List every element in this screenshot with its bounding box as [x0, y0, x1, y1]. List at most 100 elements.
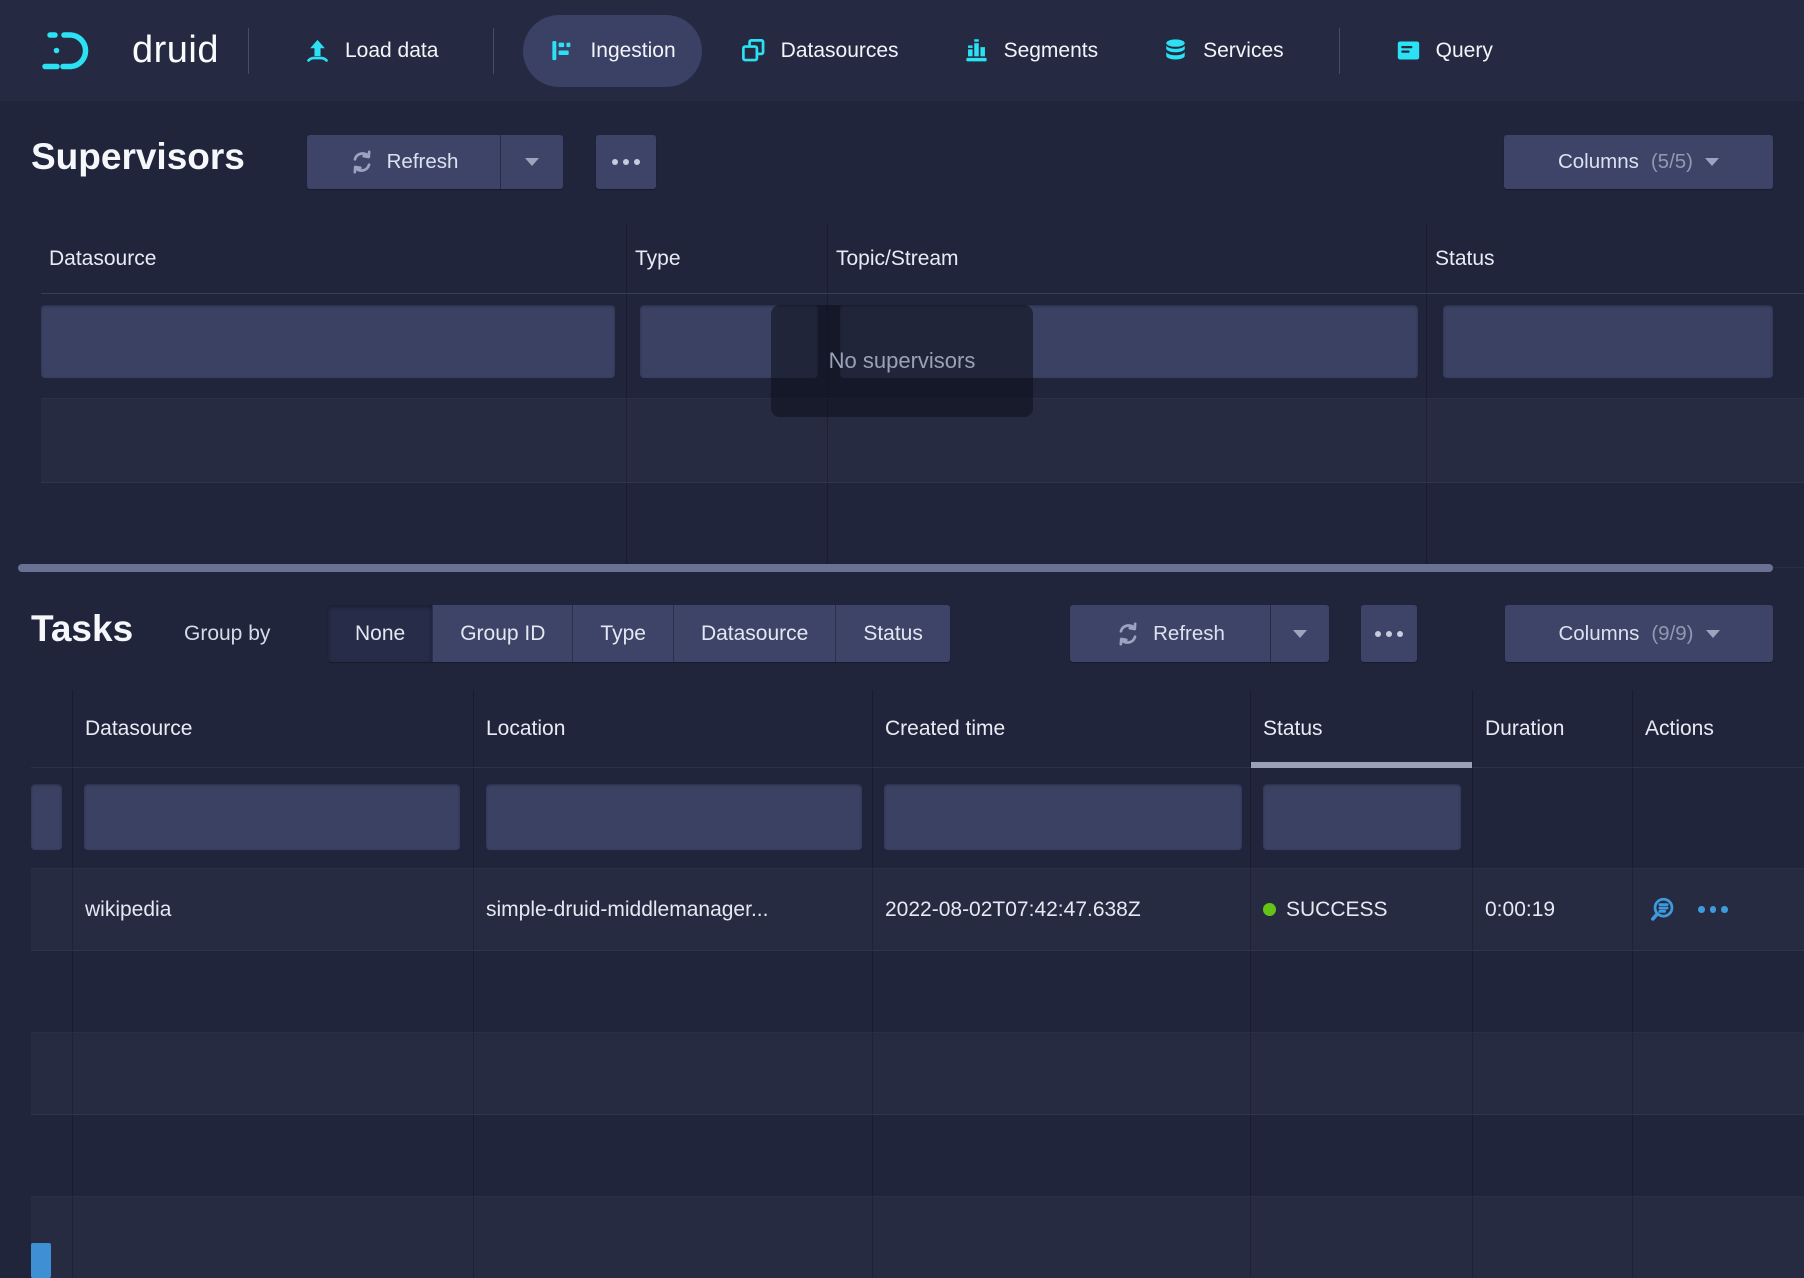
row-expander-cell[interactable] [31, 869, 73, 950]
tasks-refresh-button[interactable]: Refresh [1070, 605, 1270, 662]
tasks-refresh-split-button: Refresh [1070, 605, 1329, 662]
nav-item-label: Load data [345, 39, 438, 63]
column-header-topic-stream[interactable]: Topic/Stream [828, 224, 1427, 293]
druid-console: druid Load data Ingestion [0, 0, 1804, 1278]
supervisors-refresh-caret-button[interactable] [501, 135, 563, 189]
ingestion-icon [549, 37, 576, 64]
tasks-title: Tasks [31, 608, 133, 650]
nav-item-label: Ingestion [590, 39, 675, 63]
nav-item-label: Datasources [781, 39, 899, 63]
group-by-type-button[interactable]: Type [572, 605, 673, 662]
group-by-status-button[interactable]: Status [835, 605, 950, 662]
task-row[interactable]: wikipedia simple-druid-middlemanager... … [31, 869, 1804, 951]
view-details-icon[interactable] [1649, 895, 1678, 924]
group-by-datasource-button[interactable]: Datasource [673, 605, 835, 662]
tasks-columns-button[interactable]: Columns (9/9) [1505, 605, 1773, 662]
group-by-button-group: None Group ID Type Datasource Status [328, 605, 950, 662]
nav-item-ingestion[interactable]: Ingestion [523, 15, 701, 87]
column-header-label: Status [1263, 717, 1323, 741]
refresh-icon [1115, 621, 1141, 647]
group-by-none-button[interactable]: None [328, 605, 432, 662]
no-supervisors-message: No supervisors [771, 305, 1033, 417]
nav-item-services[interactable]: Services [1136, 15, 1310, 87]
location-filter-input[interactable] [486, 784, 862, 850]
columns-count: (5/5) [1651, 150, 1693, 174]
upload-icon [304, 37, 331, 64]
column-header-duration[interactable]: Duration [1473, 690, 1633, 767]
refresh-icon [349, 149, 375, 175]
column-header-datasource[interactable]: Datasource [41, 224, 627, 293]
table-row [31, 951, 1804, 1033]
chevron-down-icon [525, 158, 539, 166]
datasources-icon [740, 37, 767, 64]
nav-item-query[interactable]: Query [1369, 15, 1519, 87]
tasks-refresh-caret-button[interactable] [1271, 605, 1329, 662]
column-header-type[interactable]: Type [627, 224, 828, 293]
columns-count: (9/9) [1651, 622, 1693, 646]
column-header-location[interactable]: Location [474, 690, 873, 767]
group-by-label: Group by [184, 605, 270, 662]
columns-label: Columns [1558, 150, 1639, 174]
supervisors-refresh-button[interactable]: Refresh [307, 135, 500, 189]
status-label: SUCCESS [1286, 898, 1388, 922]
nav-item-load-data[interactable]: Load data [278, 15, 464, 87]
query-icon [1395, 37, 1422, 64]
column-header-actions[interactable]: Actions [1633, 690, 1804, 767]
nav-item-segments[interactable]: Segments [937, 15, 1125, 87]
nav-item-label: Segments [1004, 39, 1099, 63]
supervisors-refresh-split-button: Refresh [307, 135, 563, 189]
chevron-down-icon [1706, 630, 1720, 638]
nav-divider [1339, 28, 1340, 74]
column-header-created-time[interactable]: Created time [873, 690, 1251, 767]
status-cell: SUCCESS [1251, 869, 1473, 950]
location-cell: simple-druid-middlemanager... [474, 869, 873, 950]
columns-label: Columns [1558, 622, 1639, 646]
expander-filter-input[interactable] [31, 784, 62, 850]
column-header-label: Duration [1485, 717, 1564, 741]
created-time-filter-input[interactable] [884, 784, 1242, 850]
table-row [41, 483, 1804, 568]
column-header-label: Created time [885, 717, 1005, 741]
druid-brand[interactable]: druid [40, 27, 219, 75]
supervisors-columns-button[interactable]: Columns (5/5) [1504, 135, 1773, 189]
success-status-dot [1263, 903, 1276, 916]
status-filter-input[interactable] [1443, 305, 1773, 378]
created-time-cell: 2022-08-02T07:42:47.638Z [873, 869, 1251, 950]
status-filter-input[interactable] [1263, 784, 1461, 850]
column-header-datasource[interactable]: Datasource [73, 690, 474, 767]
tasks-filter-row [31, 768, 1804, 869]
refresh-label: Refresh [387, 150, 459, 174]
more-icon [612, 159, 640, 165]
table-row [31, 1197, 1804, 1278]
chevron-down-icon [1293, 630, 1307, 638]
column-header-status[interactable]: Status [1251, 690, 1473, 767]
tasks-more-button[interactable] [1361, 605, 1417, 662]
column-header-status[interactable]: Status [1427, 224, 1804, 293]
column-header-label: Location [486, 717, 565, 741]
group-by-group-id-button[interactable]: Group ID [432, 605, 572, 662]
table-row [31, 1115, 1804, 1197]
column-header-label: Type [635, 247, 681, 271]
column-header-label: Datasource [49, 247, 156, 271]
supervisors-more-button[interactable] [596, 135, 656, 189]
nav-divider [493, 28, 494, 74]
column-header-label: Actions [1645, 717, 1714, 741]
row-more-icon[interactable] [1698, 906, 1728, 913]
supervisors-table-header: Datasource Type Topic/Stream Status [41, 224, 1804, 294]
sort-indicator [1251, 762, 1472, 768]
column-header-label: Status [1435, 247, 1495, 271]
nav-item-datasources[interactable]: Datasources [714, 15, 925, 87]
datasource-cell: wikipedia [73, 869, 474, 950]
more-icon [1375, 631, 1403, 637]
datasource-filter-input[interactable] [41, 305, 615, 378]
nav-item-label: Services [1203, 39, 1284, 63]
table-row [31, 1033, 1804, 1115]
horizontal-scrollbar[interactable] [18, 564, 1773, 572]
datasource-filter-input[interactable] [84, 784, 460, 850]
segments-icon [963, 37, 990, 64]
scrollbar-thumb[interactable] [31, 1243, 51, 1278]
nav-item-label: Query [1436, 39, 1493, 63]
chevron-down-icon [1705, 158, 1719, 166]
supervisors-title: Supervisors [31, 136, 245, 178]
druid-logo-icon [40, 27, 116, 75]
